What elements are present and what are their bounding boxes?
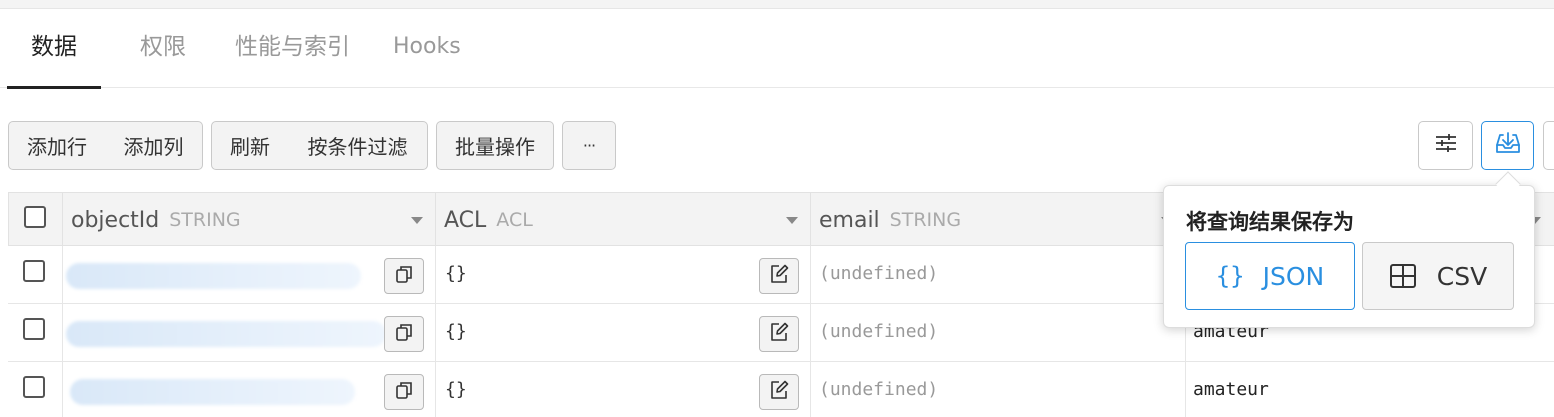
add-column-button[interactable]: 添加列 [105, 121, 203, 170]
email-value: (undefined) [819, 263, 939, 284]
more-button[interactable]: ··· [562, 121, 616, 170]
export-json-button[interactable]: {} JSON [1185, 242, 1355, 310]
tab-performance-index[interactable]: 性能与索引 [235, 9, 350, 88]
export-csv-button[interactable]: CSV [1362, 242, 1514, 310]
edit-button[interactable] [759, 374, 799, 410]
column-header-objectid[interactable]: objectId STRING [63, 193, 436, 247]
export-button[interactable] [1481, 121, 1534, 170]
copy-button[interactable] [384, 374, 424, 410]
ellipsis-icon: ··· [582, 136, 596, 155]
row-checkbox[interactable] [23, 376, 45, 398]
braces-icon: {} [1215, 262, 1245, 290]
column-header-email[interactable]: email STRING [811, 193, 1186, 247]
redacted-object-id [66, 321, 386, 347]
redacted-object-id [66, 263, 361, 289]
export-csv-label: CSV [1436, 261, 1488, 291]
edit-button[interactable] [759, 258, 799, 294]
add-row-button[interactable]: 添加行 [8, 121, 106, 170]
tab-permissions[interactable]: 权限 [140, 9, 186, 88]
copy-button[interactable] [384, 316, 424, 352]
select-all-checkbox[interactable] [24, 206, 46, 228]
tab-hooks[interactable]: Hooks [393, 9, 461, 88]
copy-icon [394, 264, 414, 288]
column-type: ACL [496, 209, 533, 231]
top-bar [0, 0, 1554, 9]
column-header-acl[interactable]: ACL ACL [436, 193, 811, 247]
column-settings-button[interactable] [1418, 121, 1473, 170]
tab-data[interactable]: 数据 [7, 9, 101, 89]
sliders-icon [1434, 132, 1458, 159]
table-row: {} (undefined) amateur [8, 362, 1554, 417]
edit-icon [768, 263, 790, 289]
acl-value: {} [445, 379, 467, 400]
export-popover: 将查询结果保存为 {} JSON CSV [1163, 185, 1535, 328]
extra-value: amateur [1193, 379, 1269, 400]
column-name: objectId [71, 207, 160, 233]
email-value: (undefined) [819, 379, 939, 400]
column-name: ACL [444, 207, 487, 233]
email-value: (undefined) [819, 321, 939, 342]
table-icon [1389, 263, 1417, 289]
tab-bar: 数据 权限 性能与索引 Hooks [0, 9, 1554, 89]
edit-icon [768, 379, 790, 405]
acl-value: {} [445, 263, 467, 284]
filter-button[interactable]: 按条件过滤 [288, 121, 428, 170]
edit-button[interactable] [759, 316, 799, 352]
refresh-button[interactable]: 刷新 [211, 121, 289, 170]
row-checkbox[interactable] [23, 318, 45, 340]
row-checkbox[interactable] [23, 260, 45, 282]
caret-down-icon[interactable] [786, 217, 798, 224]
copy-icon [394, 380, 414, 404]
download-icon [1495, 131, 1521, 160]
batch-operations-button[interactable]: 批量操作 [436, 121, 554, 170]
edit-icon [768, 321, 790, 347]
select-all-cell [9, 193, 63, 247]
export-json-label: JSON [1262, 261, 1325, 291]
acl-value: {} [445, 321, 467, 342]
copy-button[interactable] [384, 258, 424, 294]
column-name: email [819, 207, 880, 233]
column-type: STRING [169, 209, 241, 231]
copy-icon [394, 322, 414, 346]
redacted-object-id [70, 379, 355, 405]
column-type: STRING [889, 209, 962, 231]
extra-toolbar-button[interactable] [1543, 121, 1554, 170]
export-popover-title: 将查询结果保存为 [1186, 210, 1354, 234]
caret-down-icon[interactable] [411, 217, 423, 224]
